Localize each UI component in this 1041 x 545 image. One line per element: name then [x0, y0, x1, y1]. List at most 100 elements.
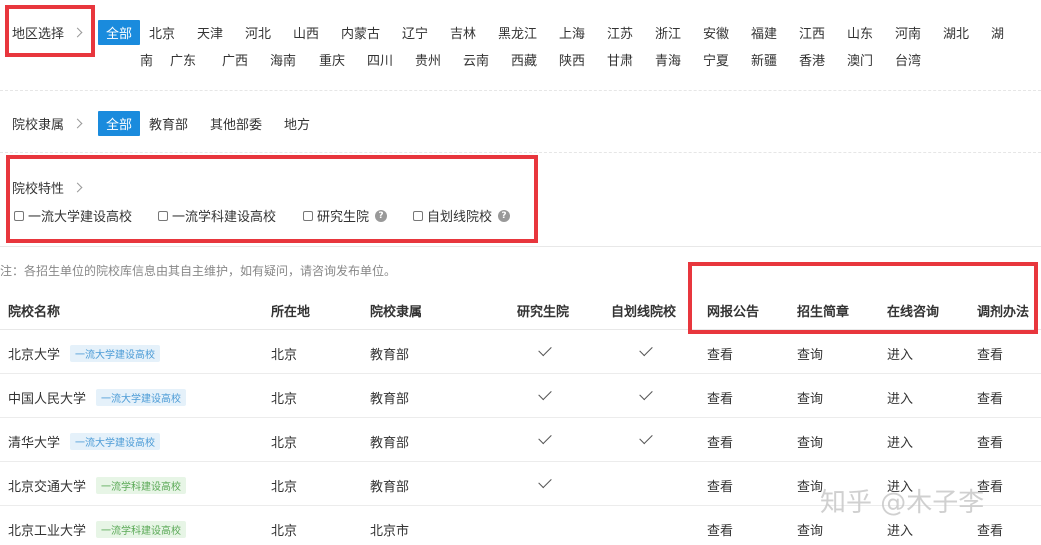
view-announcement-link[interactable]: 查看	[707, 476, 733, 495]
region-option[interactable]: 北京	[149, 23, 175, 42]
chevron-right-icon	[72, 27, 83, 38]
checkbox-box[interactable]	[14, 210, 24, 221]
region-option[interactable]: 宁夏	[703, 50, 729, 69]
region-option[interactable]: 安徽	[703, 23, 729, 42]
checkmark-icon	[639, 386, 653, 401]
checkmark-icon	[538, 430, 552, 445]
affiliation-option-all[interactable]: 全部	[98, 111, 141, 136]
chevron-right-icon	[72, 182, 83, 193]
affiliation-option[interactable]: 其他部委	[210, 114, 262, 133]
region-option[interactable]: 山东	[847, 23, 873, 42]
region-option[interactable]: 海南	[270, 50, 296, 69]
region-option[interactable]: 河南	[895, 23, 921, 42]
region-option[interactable]: 吉林	[450, 23, 476, 42]
region-option[interactable]: 辽宁	[402, 23, 428, 42]
region-option[interactable]: 江苏	[607, 23, 633, 42]
region-option[interactable]: 广东	[170, 50, 196, 69]
column-header: 招生简章	[797, 305, 850, 320]
affiliation-cell: 教育部	[370, 392, 410, 407]
region-option[interactable]: 上海	[559, 23, 585, 42]
question-mark-icon[interactable]: ?	[375, 209, 388, 222]
region-option[interactable]: 湖北	[943, 23, 969, 42]
region-option[interactable]: 澳门	[847, 50, 873, 69]
online-consult-link[interactable]: 进入	[887, 388, 913, 407]
divider	[0, 90, 1041, 91]
view-adjustment-link[interactable]: 查看	[977, 388, 1003, 407]
feature-checkbox[interactable]: 研究生院?	[303, 206, 388, 225]
query-brochure-link[interactable]: 查询	[797, 388, 823, 407]
region-option[interactable]: 江西	[799, 23, 825, 42]
features-filter-label[interactable]: 院校特性	[12, 178, 83, 197]
region-option[interactable]: 山西	[293, 23, 319, 42]
column-header: 院校名称	[8, 305, 61, 320]
school-name-text[interactable]: 北京工业大学	[8, 524, 86, 539]
feature-checkbox[interactable]: 一流大学建设高校	[14, 206, 132, 225]
school-name-text[interactable]: 中国人民大学	[8, 392, 86, 407]
region-option[interactable]: 西藏	[511, 50, 537, 69]
region-option[interactable]: 河北	[245, 23, 271, 42]
region-option[interactable]: 青海	[655, 50, 681, 69]
region-option[interactable]: 黑龙江	[498, 23, 537, 42]
region-option[interactable]: 重庆	[319, 50, 345, 69]
region-option[interactable]: 四川	[367, 50, 393, 69]
view-announcement-link[interactable]: 查看	[707, 520, 733, 539]
school-name-text[interactable]: 清华大学	[8, 436, 60, 451]
affiliation-option[interactable]: 地方	[284, 114, 310, 133]
affiliation-filter-label[interactable]: 院校隶属	[12, 114, 83, 133]
school-name[interactable]: 北京交通大学 一流学科建设高校	[8, 476, 187, 495]
question-mark-icon[interactable]: ?	[498, 209, 511, 222]
view-adjustment-link[interactable]: 查看	[977, 344, 1003, 363]
feature-label: 一流大学建设高校	[28, 210, 133, 225]
checkbox-box[interactable]	[303, 210, 313, 221]
region-option-hunan[interactable]: 湖	[991, 23, 1004, 42]
query-brochure-link[interactable]: 查询	[797, 344, 823, 363]
school-name[interactable]: 北京工业大学 一流学科建设高校	[8, 520, 187, 539]
region-option[interactable]: 香港	[799, 50, 825, 69]
region-option[interactable]: 天津	[197, 23, 223, 42]
view-adjustment-link[interactable]: 查看	[977, 432, 1003, 451]
feature-checkbox[interactable]: 一流学科建设高校	[158, 206, 276, 225]
region-option[interactable]: 内蒙古	[341, 23, 380, 42]
region-option[interactable]: 福建	[751, 23, 777, 42]
affiliation-cell: 教育部	[370, 480, 410, 495]
view-announcement-link[interactable]: 查看	[707, 388, 733, 407]
table-header: 院校名称 所在地 院校隶属 研究生院 自划线院校 网报公告 招生简章 在线咨询 调剂办法	[0, 288, 1041, 330]
online-consult-link[interactable]: 进入	[887, 432, 913, 451]
feature-label: 一流学科建设高校	[172, 210, 277, 225]
region-option-hunan[interactable]: 南	[140, 50, 153, 69]
school-name[interactable]: 清华大学 一流大学建设高校	[8, 432, 161, 451]
checkbox-box[interactable]	[158, 210, 168, 221]
region-option[interactable]: 贵州	[415, 50, 441, 69]
region-option[interactable]: 广西	[222, 50, 248, 69]
school-name-text[interactable]: 北京交通大学	[8, 480, 86, 495]
table-row: 中国人民大学 一流大学建设高校 北京 教育部 查看 查询 进入 查看	[0, 374, 1041, 418]
school-name[interactable]: 中国人民大学 一流大学建设高校	[8, 388, 187, 407]
online-consult-link[interactable]: 进入	[887, 520, 913, 539]
region-option-all[interactable]: 全部	[98, 20, 141, 45]
affiliation-cell: 北京市	[370, 524, 410, 539]
view-adjustment-link[interactable]: 查看	[977, 520, 1003, 539]
chevron-right-icon	[72, 118, 83, 129]
region-filter-label[interactable]: 地区选择	[12, 23, 83, 42]
region-option[interactable]: 云南	[463, 50, 489, 69]
region-option[interactable]: 新疆	[751, 50, 777, 69]
region-option[interactable]: 甘肃	[607, 50, 633, 69]
column-header: 所在地	[271, 305, 311, 320]
region-option[interactable]: 台湾	[895, 50, 921, 69]
affiliation-option[interactable]: 教育部	[149, 114, 188, 133]
view-announcement-link[interactable]: 查看	[707, 432, 733, 451]
checkmark-icon	[639, 430, 653, 445]
online-consult-link[interactable]: 进入	[887, 344, 913, 363]
query-brochure-link[interactable]: 查询	[797, 432, 823, 451]
feature-checkbox[interactable]: 自划线院校?	[413, 206, 511, 225]
school-name-text[interactable]: 北京大学	[8, 348, 60, 363]
region-option[interactable]: 陕西	[559, 50, 585, 69]
view-announcement-link[interactable]: 查看	[707, 344, 733, 363]
checkmark-icon	[538, 342, 552, 357]
query-brochure-link[interactable]: 查询	[797, 520, 823, 539]
school-tag-badge: 一流学科建设高校	[96, 521, 187, 538]
checkbox-box[interactable]	[413, 210, 423, 221]
school-name[interactable]: 北京大学 一流大学建设高校	[8, 344, 161, 363]
divider	[0, 246, 1041, 247]
region-option[interactable]: 浙江	[655, 23, 681, 42]
